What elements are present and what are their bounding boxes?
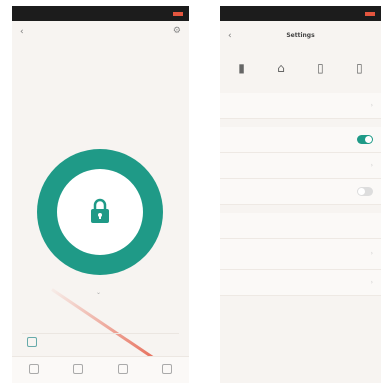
nav-item-settings[interactable] bbox=[161, 364, 172, 376]
battery-icon bbox=[365, 11, 375, 16]
lock-home-screen: ‹ ⚙ ⌄ bbox=[12, 6, 189, 383]
settings-row[interactable]: › bbox=[220, 93, 381, 119]
unlock-button[interactable] bbox=[37, 149, 163, 275]
settings-row[interactable]: › bbox=[220, 270, 381, 296]
quick-action-lock[interactable]: ⌂ bbox=[277, 61, 285, 78]
nav-item-records[interactable] bbox=[73, 364, 84, 376]
settings-row bbox=[220, 179, 381, 205]
top-bar: ‹ ⚙ bbox=[12, 21, 189, 51]
settings-list: › › › › bbox=[220, 93, 381, 296]
divider bbox=[220, 119, 381, 127]
record-row[interactable] bbox=[22, 333, 179, 350]
quick-action-more[interactable]: ▯ bbox=[356, 61, 363, 78]
device-name bbox=[12, 21, 189, 27]
status-bar bbox=[220, 6, 381, 21]
chevron-right-icon: › bbox=[370, 162, 373, 169]
lock-icon: ⌂ bbox=[277, 60, 285, 75]
divider bbox=[220, 205, 381, 213]
toggle-switch[interactable] bbox=[357, 187, 373, 196]
chevron-down-icon: ⌄ bbox=[96, 289, 102, 296]
list-icon bbox=[73, 364, 84, 374]
quick-action-device[interactable]: ▮ bbox=[238, 61, 245, 78]
settings-row[interactable]: › bbox=[220, 153, 381, 179]
settings-row bbox=[220, 127, 381, 153]
back-arrow-icon[interactable]: ‹ bbox=[20, 27, 24, 37]
page-title: Settings bbox=[286, 32, 315, 39]
lock-status bbox=[12, 73, 189, 75]
device-icon: ▮ bbox=[238, 60, 245, 75]
lock-icon bbox=[29, 364, 40, 374]
settings-screen: ‹ Settings ▮ ⌂ ▯ ▯ › › › › bbox=[220, 6, 381, 383]
quick-action-phone[interactable]: ▯ bbox=[317, 61, 324, 78]
nav-item-keys[interactable] bbox=[117, 364, 128, 376]
status-bar bbox=[12, 6, 189, 21]
unlock-button-inner[interactable] bbox=[57, 169, 143, 255]
lock-icon bbox=[91, 198, 109, 223]
gear-icon[interactable]: ⚙ bbox=[173, 26, 181, 36]
bottom-nav bbox=[12, 356, 189, 383]
chevron-right-icon: › bbox=[370, 279, 373, 286]
record-icon bbox=[27, 337, 37, 347]
battery-icon bbox=[173, 11, 183, 16]
toggle-switch[interactable] bbox=[357, 135, 373, 144]
settings-header: ‹ Settings bbox=[220, 21, 381, 51]
chevron-right-icon: › bbox=[370, 102, 373, 109]
settings-row[interactable] bbox=[220, 213, 381, 239]
chevron-right-icon: › bbox=[370, 250, 373, 257]
quick-actions: ▮ ⌂ ▯ ▯ bbox=[220, 51, 381, 87]
more-icon: ▯ bbox=[356, 60, 363, 75]
back-arrow-icon[interactable]: ‹ bbox=[228, 21, 232, 51]
settings-icon bbox=[161, 364, 172, 374]
settings-row[interactable]: › bbox=[220, 239, 381, 270]
nav-item-lock[interactable] bbox=[29, 364, 40, 376]
phone-icon: ▯ bbox=[317, 60, 324, 75]
key-icon bbox=[117, 364, 128, 374]
